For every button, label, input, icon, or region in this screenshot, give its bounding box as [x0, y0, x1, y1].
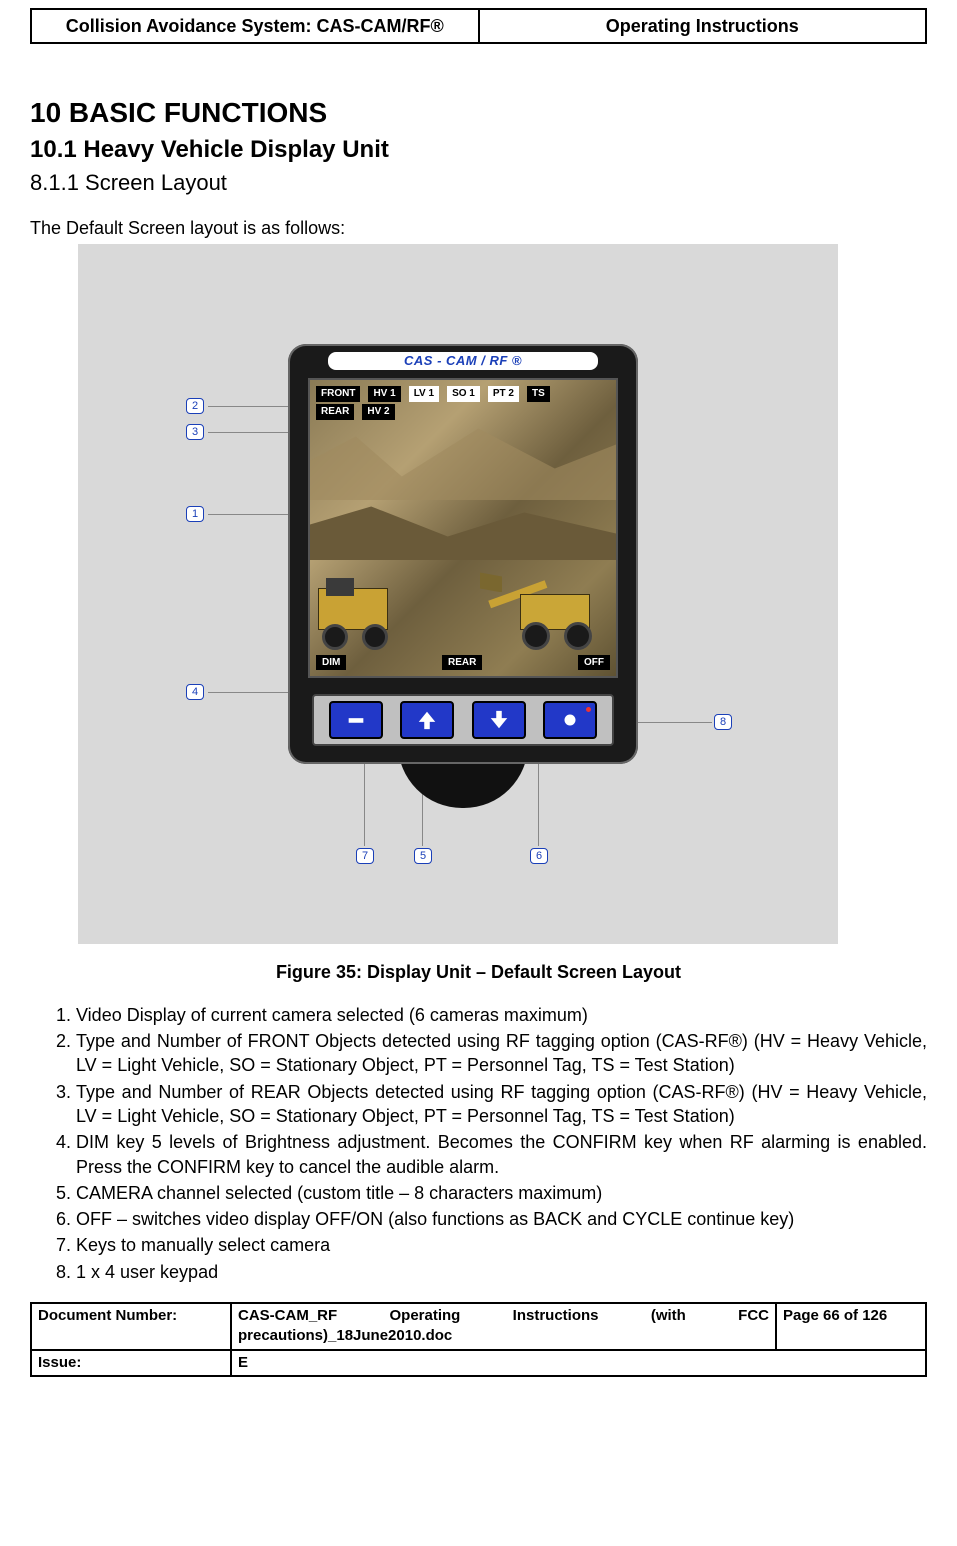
callout-2: 2 [186, 398, 204, 414]
callout-4: 4 [186, 684, 204, 700]
osd-camera-label: REAR [442, 655, 482, 671]
page-header: Collision Avoidance System: CAS-CAM/RF® … [30, 8, 927, 44]
terrain-bg [310, 420, 616, 500]
footer-issue-value: E [231, 1350, 926, 1376]
osd-front-label: FRONT [316, 386, 360, 402]
legend-item-8: 1 x 4 user keypad [76, 1260, 927, 1284]
power-led-icon [586, 707, 591, 712]
callout-3: 3 [186, 424, 204, 440]
footer-page: Page 66 of 126 [776, 1303, 926, 1350]
dim-key[interactable] [329, 701, 383, 739]
footer-docnum-label: Document Number: [31, 1303, 231, 1350]
camera-up-key[interactable] [400, 701, 454, 739]
osd-rear-row: REAR HV 2 [316, 404, 395, 420]
legend-item-5: CAMERA channel selected (custom title – … [76, 1181, 927, 1205]
leader-7 [364, 764, 365, 846]
callout-6: 6 [530, 848, 548, 864]
arrow-down-icon [488, 709, 510, 731]
footer-issue-label: Issue: [31, 1350, 231, 1376]
osd-front-so: SO 1 [447, 386, 480, 402]
legend-item-6: OFF – switches video display OFF/ON (als… [76, 1207, 927, 1231]
subsection-heading: 8.1.1 Screen Layout [30, 168, 927, 198]
leader-6 [538, 764, 539, 846]
device-title: CAS - CAM / RF ® [328, 352, 598, 370]
osd-front-row: FRONT HV 1 LV 1 SO 1 PT 2 TS [316, 386, 550, 402]
figure-caption: Figure 35: Display Unit – Default Screen… [30, 960, 927, 984]
off-key[interactable] [543, 701, 597, 739]
camera-down-key[interactable] [472, 701, 526, 739]
section-heading: 10.1 Heavy Vehicle Display Unit [30, 134, 927, 166]
legend-item-7: Keys to manually select camera [76, 1233, 927, 1257]
legend-item-4: DIM key 5 levels of Brightness adjustmen… [76, 1130, 927, 1179]
video-screen: FRONT HV 1 LV 1 SO 1 PT 2 TS REAR HV 2 D… [308, 378, 618, 678]
display-unit: CAS - CAM / RF ® FRONT HV 1 LV 1 SO 1 PT… [288, 344, 638, 764]
callout-7: 7 [356, 848, 374, 864]
callout-1: 1 [186, 506, 204, 522]
header-left: Collision Avoidance System: CAS-CAM/RF® [31, 9, 479, 43]
chapter-heading: 10 BASIC FUNCTIONS [30, 94, 927, 132]
legend-item-2: Type and Number of FRONT Objects detecte… [76, 1029, 927, 1078]
osd-rear-label: REAR [316, 404, 354, 420]
osd-bottom-row: DIM REAR OFF [316, 655, 610, 671]
footer-docnum-value: CAS-CAM_RF Operating Instructions (with … [231, 1303, 776, 1350]
figure-legend: Video Display of current camera selected… [56, 1003, 927, 1284]
intro-text: The Default Screen layout is as follows: [30, 216, 927, 240]
user-keypad [312, 694, 614, 746]
osd-front-hv: HV 1 [368, 386, 400, 402]
arrow-up-icon [416, 709, 438, 731]
device-bezel: CAS - CAM / RF ® FRONT HV 1 LV 1 SO 1 PT… [288, 344, 638, 764]
haul-truck-graphic [318, 580, 428, 650]
terrain-fg [310, 500, 616, 560]
callout-5: 5 [414, 848, 432, 864]
osd-front-lv: LV 1 [409, 386, 439, 402]
header-right: Operating Instructions [479, 9, 927, 43]
osd-front-ts: TS [527, 386, 550, 402]
minus-icon [345, 709, 367, 731]
legend-item-1: Video Display of current camera selected… [76, 1003, 927, 1027]
osd-off-label: OFF [578, 655, 610, 671]
osd-dim-label: DIM [316, 655, 346, 671]
circle-icon [559, 709, 581, 731]
figure-frame: 2 3 1 4 8 7 5 6 CAS - CAM / RF ® [78, 244, 838, 944]
callout-8: 8 [714, 714, 732, 730]
legend-item-3: Type and Number of REAR Objects detected… [76, 1080, 927, 1129]
wheel-loader-graphic [490, 570, 610, 650]
page-footer: Document Number: CAS-CAM_RF Operating In… [30, 1302, 927, 1377]
osd-front-pt: PT 2 [488, 386, 519, 402]
osd-rear-hv: HV 2 [362, 404, 394, 420]
